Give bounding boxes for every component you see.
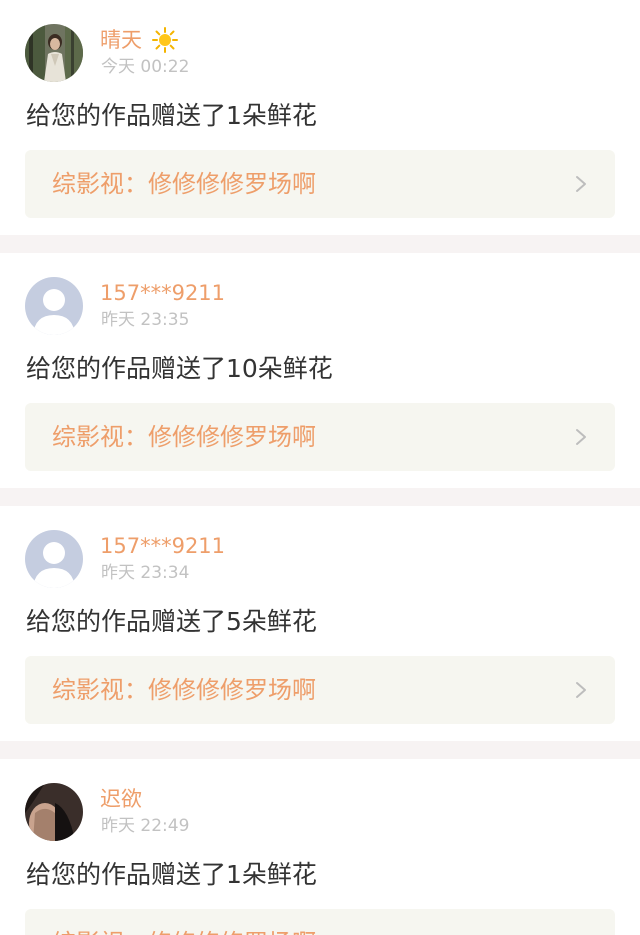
user-name-row: 迟欲 (100, 783, 142, 815)
user-avatar[interactable] (25, 24, 83, 82)
chevron-right-icon (576, 176, 586, 192)
user-avatar[interactable] (25, 530, 83, 588)
default-user-avatar (25, 530, 83, 588)
notification-message: 给您的作品赠送了1朵鲜花 (26, 860, 317, 889)
work-link[interactable]: 综影视：修修修修罗场啊 (25, 403, 615, 471)
chevron-right-icon (576, 429, 586, 445)
chevron-right-icon (576, 682, 586, 698)
timestamp: 昨天 22:49 (101, 816, 190, 836)
user-name[interactable]: 迟欲 (100, 783, 142, 815)
photo-dark-avatar (25, 783, 83, 841)
notification-card: 晴天 今天 00:22 给您的作品赠送了1朵鲜花 综影视：修修修修罗场啊 (0, 0, 640, 235)
user-name[interactable]: 157***9211 (100, 530, 225, 562)
notification-card: 迟欲 昨天 22:49 给您的作品赠送了1朵鲜花 综影视：修修修修罗场啊 (0, 759, 640, 935)
user-name[interactable]: 157***9211 (100, 277, 225, 309)
work-title: 综影视：修修修修罗场啊 (52, 676, 316, 704)
notification-message: 给您的作品赠送了5朵鲜花 (26, 607, 317, 636)
user-name[interactable]: 晴天 (100, 24, 142, 56)
default-user-avatar (25, 277, 83, 335)
photo-woman-avatar (25, 24, 83, 82)
work-title: 综影视：修修修修罗场啊 (52, 909, 316, 935)
user-name-row: 157***9211 (100, 530, 225, 562)
notification-card: 157***9211 昨天 23:34 给您的作品赠送了5朵鲜花 综影视：修修修… (0, 506, 640, 741)
timestamp: 今天 00:22 (101, 57, 190, 77)
work-title: 综影视：修修修修罗场啊 (52, 170, 316, 198)
user-avatar[interactable] (25, 783, 83, 841)
work-link[interactable]: 综影视：修修修修罗场啊 (25, 150, 615, 218)
sun-icon (152, 27, 178, 53)
work-link[interactable]: 综影视：修修修修罗场啊 (25, 909, 615, 935)
user-name-row: 晴天 (100, 24, 178, 56)
user-name-row: 157***9211 (100, 277, 225, 309)
card-separator (0, 235, 640, 253)
notification-list: 晴天 今天 00:22 给您的作品赠送了1朵鲜花 综影视：修修修修罗场啊 157… (0, 0, 640, 935)
work-link[interactable]: 综影视：修修修修罗场啊 (25, 656, 615, 724)
work-title: 综影视：修修修修罗场啊 (52, 423, 316, 451)
timestamp: 昨天 23:35 (101, 310, 190, 330)
timestamp: 昨天 23:34 (101, 563, 190, 583)
notification-message: 给您的作品赠送了1朵鲜花 (26, 101, 317, 130)
card-separator (0, 488, 640, 506)
card-separator (0, 741, 640, 759)
notification-card: 157***9211 昨天 23:35 给您的作品赠送了10朵鲜花 综影视：修修… (0, 253, 640, 488)
notification-message: 给您的作品赠送了10朵鲜花 (26, 354, 333, 383)
user-avatar[interactable] (25, 277, 83, 335)
